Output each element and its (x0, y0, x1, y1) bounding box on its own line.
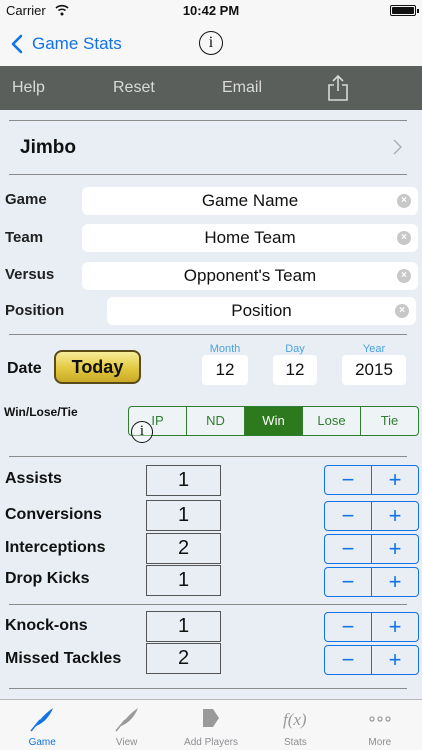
stat-label-missed-tackles: Missed Tackles (5, 650, 122, 667)
stat-value-drop-kicks: 1 (146, 565, 221, 596)
battery-icon (390, 5, 419, 16)
team-label: Team (5, 229, 44, 246)
result-option-tie[interactable]: Tie (360, 407, 418, 435)
knock-ons-stepper: − + (324, 612, 419, 642)
team-field[interactable]: Home Team × (82, 224, 418, 252)
clear-icon[interactable]: × (397, 231, 411, 245)
tab-stats[interactable]: f(x) Stats (253, 700, 337, 750)
increment-button[interactable]: + (371, 535, 418, 563)
decrement-button[interactable]: − (325, 613, 371, 641)
navigation-bar: Game Stats i (0, 22, 422, 66)
feather-icon (30, 708, 54, 732)
divider (9, 334, 407, 335)
chevron-right-icon (393, 139, 402, 155)
tab-add-players[interactable]: Add Players (169, 700, 253, 750)
conversions-stepper: − + (324, 501, 419, 531)
tab-more[interactable]: More (338, 700, 422, 750)
year-caption: Year (362, 343, 386, 355)
stat-value-conversions: 1 (146, 500, 221, 531)
stat-label-interceptions: Interceptions (5, 539, 106, 556)
team-value: Home Team (204, 228, 296, 247)
result-segmented-control: IP ND Win Lose Tie (128, 406, 419, 436)
game-label: Game (5, 191, 47, 208)
decrement-button[interactable]: − (325, 646, 371, 674)
stat-value-missed-tackles: 2 (146, 643, 221, 674)
tab-label: Stats (284, 737, 307, 748)
clear-icon[interactable]: × (395, 304, 409, 318)
drop-kicks-stepper: − + (324, 567, 419, 597)
tab-label: Add Players (184, 737, 238, 748)
stat-value-interceptions: 2 (146, 533, 221, 564)
position-field[interactable]: Position × (107, 297, 416, 325)
add-players-icon (203, 709, 220, 727)
year-field[interactable]: 2015 (342, 355, 406, 385)
versus-value: Opponent's Team (183, 266, 317, 285)
assists-stepper: − + (324, 465, 419, 495)
decrement-button[interactable]: − (325, 466, 371, 494)
email-button[interactable]: Email (222, 79, 262, 97)
info-button[interactable]: i (199, 31, 223, 55)
decrement-button[interactable]: − (325, 502, 371, 530)
increment-button[interactable]: + (371, 646, 418, 674)
stat-label-conversions: Conversions (5, 506, 102, 523)
tab-label: Game (28, 737, 56, 748)
game-name-field[interactable]: Game Name × (82, 187, 418, 215)
divider (9, 456, 407, 457)
tab-label: View (115, 737, 138, 748)
increment-button[interactable]: + (371, 502, 418, 530)
action-toolbar: Help Reset Email (0, 66, 422, 110)
result-label: Win/Lose/Tie (4, 405, 78, 419)
function-icon: f(x) (283, 710, 307, 729)
tab-label: More (368, 737, 392, 748)
decrement-button[interactable]: − (325, 568, 371, 596)
versus-field[interactable]: Opponent's Team × (82, 262, 418, 290)
decrement-button[interactable]: − (325, 535, 371, 563)
help-button[interactable]: Help (12, 79, 45, 97)
position-label: Position (5, 302, 65, 319)
feather-icon (115, 708, 138, 732)
divider (9, 174, 407, 175)
player-name: Jimbo (20, 137, 76, 158)
result-option-lose[interactable]: Lose (302, 407, 360, 435)
result-option-win[interactable]: Win (244, 407, 302, 435)
divider (9, 688, 407, 689)
clock: 10:42 PM (182, 3, 240, 18)
increment-button[interactable]: + (371, 613, 418, 641)
month-caption: Month (209, 343, 241, 355)
result-info-button[interactable]: i (131, 421, 153, 443)
back-button[interactable]: Game Stats (32, 34, 122, 54)
reset-button[interactable]: Reset (113, 79, 155, 97)
stat-label-knock-ons: Knock-ons (5, 617, 88, 634)
stat-value-knock-ons: 1 (146, 611, 221, 642)
increment-button[interactable]: + (371, 568, 418, 596)
position-value: Position (231, 301, 292, 320)
more-icon (369, 716, 391, 722)
player-selector[interactable]: Jimbo (0, 121, 422, 173)
back-chevron-icon[interactable] (10, 34, 24, 54)
result-option-nd[interactable]: ND (186, 407, 244, 435)
tab-game[interactable]: Game (0, 700, 84, 750)
clear-icon[interactable]: × (397, 269, 411, 283)
missed-tackles-stepper: − + (324, 645, 419, 675)
stat-value-assists: 1 (146, 465, 221, 496)
divider (9, 604, 407, 605)
day-field[interactable]: 12 (273, 355, 317, 385)
versus-label: Versus (5, 266, 55, 283)
increment-button[interactable]: + (371, 466, 418, 494)
share-icon[interactable] (327, 74, 349, 102)
today-button[interactable]: Today (54, 350, 141, 384)
stat-label-drop-kicks: Drop Kicks (5, 570, 90, 587)
status-bar: Carrier 10:42 PM (0, 0, 422, 22)
game-name-value: Game Name (201, 191, 299, 210)
svg-text:f(x): f(x) (283, 710, 307, 729)
month-field[interactable]: 12 (202, 355, 248, 385)
stat-label-assists: Assists (5, 470, 62, 487)
tab-view[interactable]: View (84, 700, 168, 750)
clear-icon[interactable]: × (397, 194, 411, 208)
date-label: Date (7, 360, 42, 377)
tab-bar: Game View Add Players f(x) Stats More (0, 699, 422, 750)
day-caption: Day (285, 343, 305, 355)
interceptions-stepper: − + (324, 534, 419, 564)
